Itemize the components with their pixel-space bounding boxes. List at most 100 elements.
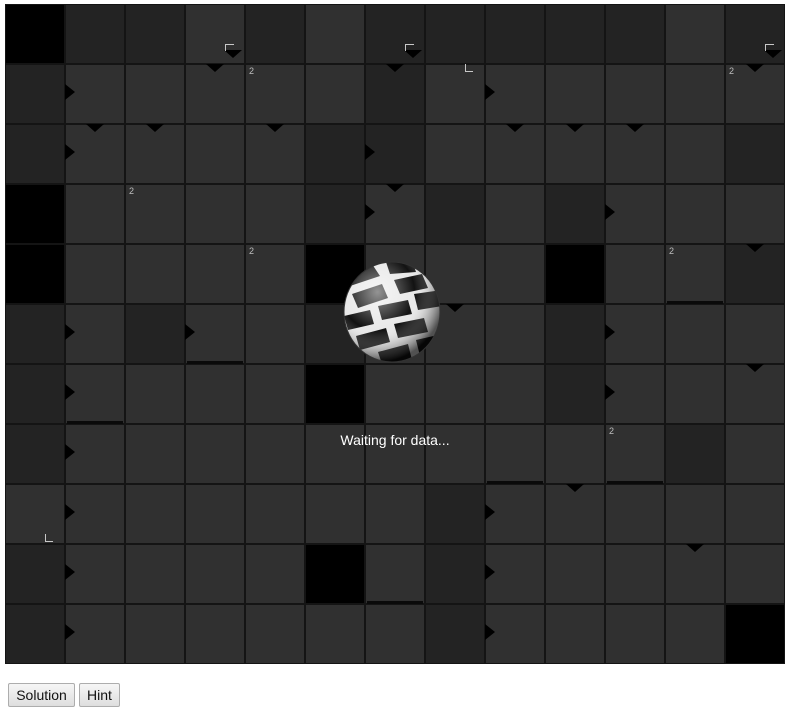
grid-cell[interactable]: 2 bbox=[725, 64, 785, 124]
grid-cell[interactable] bbox=[185, 124, 245, 184]
game-board[interactable]: 222222 Waiting for data... bbox=[5, 4, 785, 664]
grid-cell[interactable] bbox=[605, 64, 665, 124]
grid-cell[interactable] bbox=[485, 124, 545, 184]
grid-cell[interactable] bbox=[185, 64, 245, 124]
grid-cell[interactable] bbox=[425, 64, 485, 124]
grid-cell[interactable] bbox=[485, 4, 545, 64]
grid-cell[interactable] bbox=[725, 364, 785, 424]
grid-cell[interactable] bbox=[365, 64, 425, 124]
grid-cell[interactable] bbox=[5, 184, 65, 244]
grid-cell[interactable] bbox=[185, 544, 245, 604]
grid-cell[interactable] bbox=[665, 364, 725, 424]
grid-cell[interactable]: 2 bbox=[245, 244, 305, 304]
grid-cell[interactable] bbox=[605, 244, 665, 304]
grid-cell[interactable] bbox=[185, 604, 245, 664]
grid-cell[interactable] bbox=[305, 4, 365, 64]
grid-cell[interactable] bbox=[425, 124, 485, 184]
grid-cell[interactable] bbox=[305, 64, 365, 124]
grid-cell[interactable] bbox=[245, 544, 305, 604]
grid-cell[interactable] bbox=[665, 544, 725, 604]
grid-cell[interactable] bbox=[725, 244, 785, 304]
grid-cell[interactable] bbox=[365, 364, 425, 424]
grid-cell[interactable] bbox=[485, 304, 545, 364]
grid-cell[interactable] bbox=[725, 544, 785, 604]
grid-cell[interactable] bbox=[125, 604, 185, 664]
grid-cell[interactable] bbox=[545, 184, 605, 244]
grid-cell[interactable] bbox=[5, 64, 65, 124]
grid-cell[interactable] bbox=[605, 604, 665, 664]
grid-cell[interactable] bbox=[5, 244, 65, 304]
grid-cell[interactable] bbox=[5, 304, 65, 364]
grid-cell[interactable] bbox=[725, 124, 785, 184]
grid-cell[interactable] bbox=[305, 604, 365, 664]
grid-cell[interactable] bbox=[245, 304, 305, 364]
grid-cell[interactable] bbox=[305, 544, 365, 604]
grid-cell[interactable] bbox=[305, 364, 365, 424]
grid-cell[interactable] bbox=[725, 304, 785, 364]
grid-cell[interactable] bbox=[5, 604, 65, 664]
grid-cell[interactable] bbox=[485, 364, 545, 424]
grid-cell[interactable] bbox=[5, 364, 65, 424]
grid-cell[interactable] bbox=[545, 544, 605, 604]
grid-cell[interactable] bbox=[365, 604, 425, 664]
grid-cell[interactable] bbox=[665, 124, 725, 184]
grid-cell[interactable] bbox=[245, 364, 305, 424]
grid-cell[interactable] bbox=[365, 484, 425, 544]
grid-cell[interactable] bbox=[125, 304, 185, 364]
grid-cell[interactable] bbox=[545, 124, 605, 184]
grid-cell[interactable] bbox=[305, 484, 365, 544]
grid-cell[interactable] bbox=[65, 244, 125, 304]
grid-cell[interactable] bbox=[665, 184, 725, 244]
grid-cell[interactable] bbox=[245, 124, 305, 184]
grid-cell[interactable] bbox=[125, 544, 185, 604]
grid-cell[interactable] bbox=[605, 124, 665, 184]
grid-cell[interactable] bbox=[185, 484, 245, 544]
grid-cell[interactable] bbox=[125, 64, 185, 124]
grid-cell[interactable] bbox=[485, 184, 545, 244]
grid-cell[interactable]: 2 bbox=[665, 244, 725, 304]
grid-cell[interactable] bbox=[5, 4, 65, 64]
solution-button[interactable]: Solution bbox=[8, 683, 75, 707]
grid-cell[interactable] bbox=[725, 484, 785, 544]
grid-cell[interactable] bbox=[725, 604, 785, 664]
grid-cell[interactable] bbox=[425, 364, 485, 424]
grid-cell[interactable] bbox=[425, 184, 485, 244]
grid-cell[interactable] bbox=[5, 544, 65, 604]
grid-cell[interactable] bbox=[545, 244, 605, 304]
hint-button[interactable]: Hint bbox=[79, 683, 120, 707]
grid-cell[interactable] bbox=[725, 184, 785, 244]
grid-cell[interactable] bbox=[605, 544, 665, 604]
grid-cell[interactable] bbox=[545, 304, 605, 364]
grid-cell[interactable] bbox=[665, 604, 725, 664]
grid-cell[interactable] bbox=[485, 244, 545, 304]
grid-cell[interactable] bbox=[125, 364, 185, 424]
grid-cell[interactable] bbox=[545, 4, 605, 64]
grid-cell[interactable] bbox=[545, 484, 605, 544]
grid-cell[interactable] bbox=[665, 64, 725, 124]
grid-cell[interactable] bbox=[665, 304, 725, 364]
grid-cell[interactable] bbox=[545, 364, 605, 424]
grid-cell[interactable] bbox=[125, 484, 185, 544]
grid-cell[interactable] bbox=[125, 124, 185, 184]
grid-cell[interactable] bbox=[605, 484, 665, 544]
grid-cell[interactable] bbox=[545, 604, 605, 664]
grid-cell[interactable]: 2 bbox=[125, 184, 185, 244]
grid-cell[interactable] bbox=[425, 544, 485, 604]
grid-cell[interactable] bbox=[365, 544, 425, 604]
grid-cell[interactable] bbox=[665, 484, 725, 544]
grid-cell[interactable] bbox=[245, 184, 305, 244]
grid-cell[interactable] bbox=[665, 4, 725, 64]
grid-cell[interactable] bbox=[305, 184, 365, 244]
grid-cell[interactable] bbox=[245, 4, 305, 64]
grid-cell[interactable] bbox=[125, 244, 185, 304]
grid-cell[interactable] bbox=[425, 4, 485, 64]
grid-cell[interactable] bbox=[185, 364, 245, 424]
grid-cell[interactable] bbox=[65, 4, 125, 64]
grid-cell[interactable] bbox=[5, 124, 65, 184]
grid-cell[interactable] bbox=[185, 244, 245, 304]
grid-cell[interactable] bbox=[65, 184, 125, 244]
grid-cell[interactable] bbox=[605, 4, 665, 64]
grid-cell[interactable] bbox=[425, 484, 485, 544]
grid-cell[interactable] bbox=[425, 604, 485, 664]
grid-cell[interactable] bbox=[125, 4, 185, 64]
